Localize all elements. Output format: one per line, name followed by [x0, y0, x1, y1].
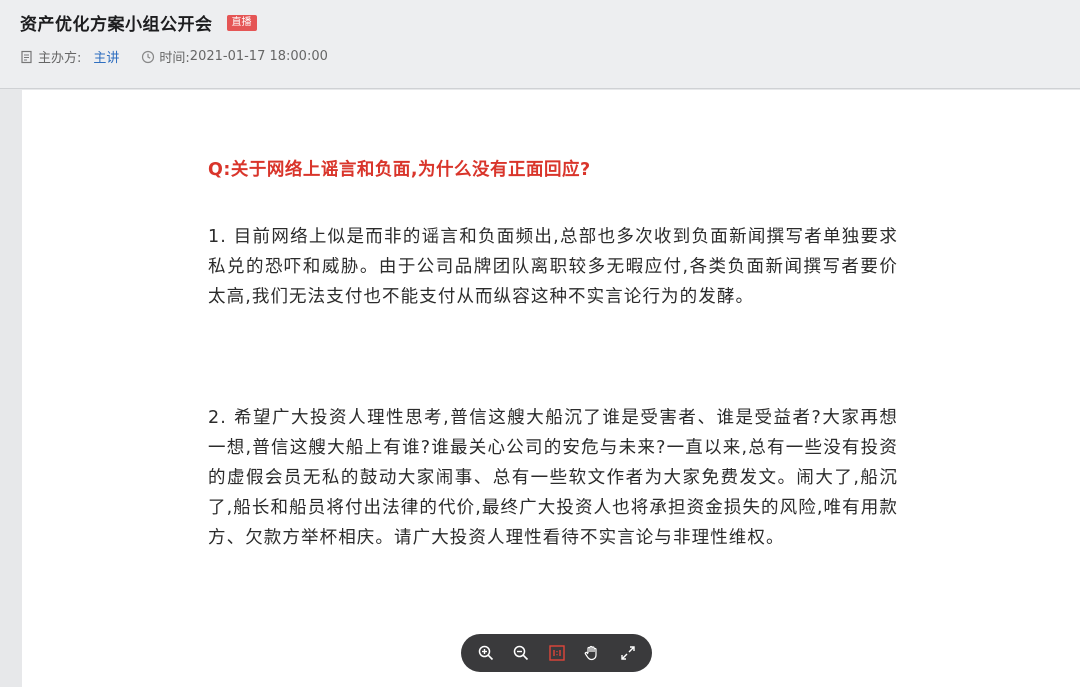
time-block: 时间: 2021-01-17 18:00:00 — [141, 47, 328, 66]
title-row: 资产优化方案小组公开会 直播 — [20, 10, 257, 35]
clock-icon — [141, 50, 155, 64]
host-link[interactable]: 主讲 — [93, 47, 119, 66]
time-label: 时间: — [159, 51, 190, 66]
viewer-toolbar — [461, 634, 652, 672]
meta-row: 主办方: 主讲 时间: 2021-01-17 18:00:00 — [20, 47, 328, 66]
fullscreen-icon[interactable] — [617, 642, 639, 664]
live-badge: 直播 — [226, 14, 257, 31]
zoom-in-icon[interactable] — [475, 642, 497, 664]
actual-size-icon[interactable] — [546, 642, 568, 664]
time-value: 2021-01-17 18:00:00 — [189, 49, 328, 64]
hand-icon[interactable] — [581, 642, 603, 664]
answer-paragraph-2: 2. 希望广大投资人理性思考,普信这艘大船沉了谁是受害者、谁是受益者?大家再想一… — [208, 408, 898, 548]
question-heading: Q:关于网络上谣言和负面,为什么没有正面回应? — [208, 160, 591, 180]
zoom-out-icon[interactable] — [510, 642, 532, 664]
meeting-header: 资产优化方案小组公开会 直播 主办方: 主讲 时间: 2021-01-17 18… — [0, 0, 1080, 89]
meeting-title: 资产优化方案小组公开会 — [20, 15, 213, 35]
answer-paragraph-1: 1. 目前网络上似是而非的谣言和负面频出,总部也多次收到负面新闻撰写者单独要求私… — [208, 227, 898, 307]
document-icon — [20, 50, 34, 64]
host-label: 主办方: — [38, 51, 82, 66]
